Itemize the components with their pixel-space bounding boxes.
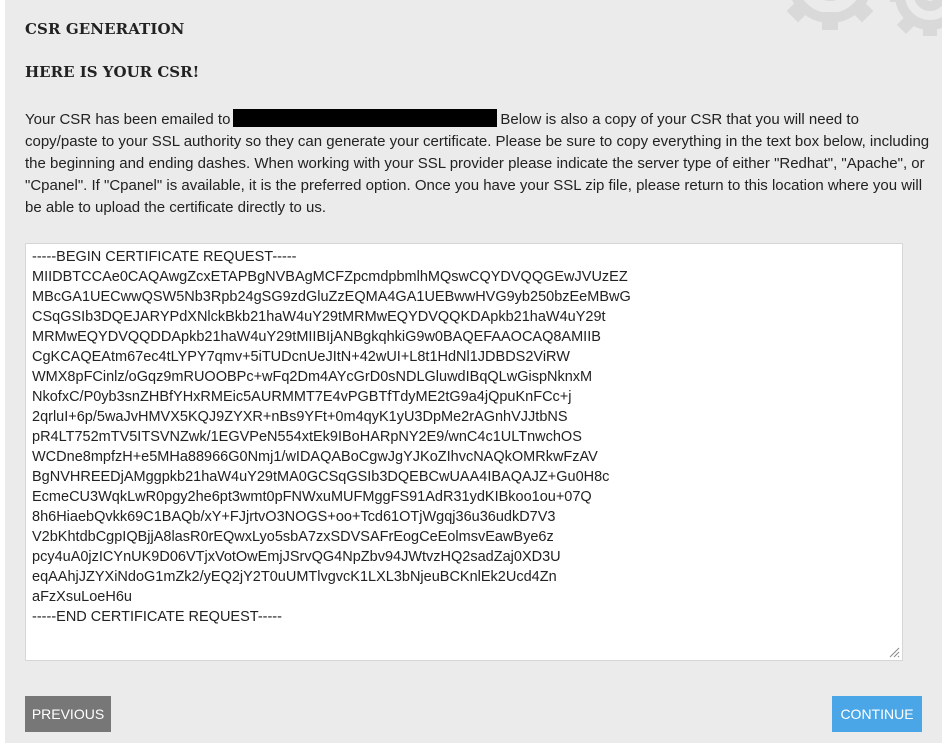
continue-button[interactable]: CONTINUE bbox=[832, 696, 922, 732]
intro-paragraph: Your CSR has been emailed to Below is als… bbox=[25, 109, 935, 219]
csr-panel: CSR GENERATION HERE IS YOUR CSR! Your CS… bbox=[5, 0, 942, 743]
resize-grip-icon[interactable] bbox=[888, 646, 900, 658]
csr-heading: HERE IS YOUR CSR! bbox=[25, 63, 200, 81]
redacted-email bbox=[233, 109, 498, 127]
gear-icon bbox=[786, 0, 942, 36]
previous-button[interactable]: PREVIOUS bbox=[25, 696, 111, 732]
csr-textarea[interactable]: -----BEGIN CERTIFICATE REQUEST----- MIID… bbox=[25, 243, 903, 661]
section-title: CSR GENERATION bbox=[25, 20, 185, 38]
csr-text[interactable]: -----BEGIN CERTIFICATE REQUEST----- MIID… bbox=[32, 247, 631, 627]
intro-text-before-email: Your CSR has been emailed to bbox=[25, 111, 231, 128]
